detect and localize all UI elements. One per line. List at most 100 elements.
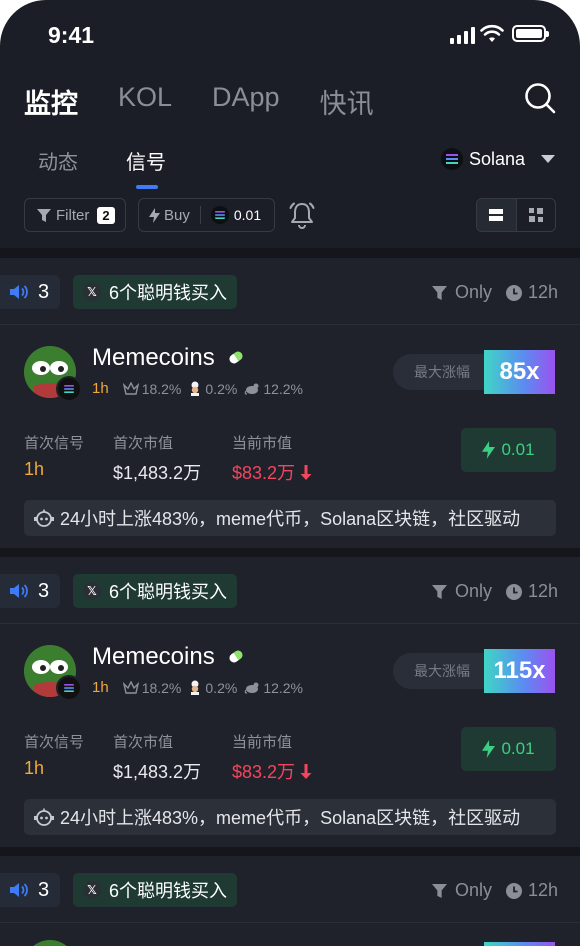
search-icon[interactable] [524, 82, 556, 114]
status-bar: 9:41 [0, 0, 580, 70]
only-label: Only [455, 880, 493, 900]
funnel-icon [37, 208, 51, 222]
only-label: Only [455, 581, 493, 601]
tab-dapp[interactable]: DApp [212, 82, 280, 121]
lightning-icon [482, 441, 496, 459]
first-market-cap: 首次市值 $1,483.2万 [113, 731, 201, 784]
signal-card[interactable]: 3 𝕏 6个聪明钱买入 Only 12h Memecoins 1h 18.2% … [0, 258, 580, 548]
quick-buy-button[interactable]: 0.01 [461, 727, 556, 771]
current-market-cap: 当前市值 $83.2万 [232, 731, 312, 784]
token-age: 1h [92, 679, 109, 696]
current-market-cap-label: 当前市值 [232, 435, 293, 452]
lightning-icon [482, 740, 496, 758]
sub-tab-bar: 动态 信号 [38, 146, 214, 189]
clock-icon [506, 583, 522, 600]
smart-money-badge[interactable]: 𝕏 6个聪明钱买入 [73, 275, 237, 309]
rat-stat: 12.2% [244, 680, 303, 696]
speaker-icon [10, 584, 28, 598]
only-filter[interactable]: Only [432, 282, 492, 303]
signal-card[interactable]: 3 𝕏 6个聪明钱买入 Only 12h Memecoins 1h 18.2% … [0, 557, 580, 847]
ai-summary: 24小时上涨483%，meme代币，Solana区块链，社区驱动 [24, 799, 556, 835]
current-market-cap-row: $83.2万 [232, 758, 312, 784]
speaker-icon [10, 285, 28, 299]
rat-stat-value: 12.2% [263, 380, 304, 397]
first-market-cap: 首次市值 $1,483.2万 [113, 432, 201, 485]
rat-stat: 12.2% [244, 381, 303, 397]
quick-buy-button[interactable]: 0.01 [461, 428, 556, 472]
clock-icon [506, 882, 522, 899]
tab-monitor[interactable]: 监控 [24, 82, 78, 121]
tab-activity[interactable]: 动态 [38, 146, 78, 175]
only-filter[interactable]: Only [432, 880, 492, 901]
token-name[interactable]: Memecoins [92, 344, 215, 372]
token-name[interactable]: Memecoins [92, 643, 215, 671]
list-view-button[interactable] [477, 199, 517, 231]
chain-label: Solana [469, 148, 526, 169]
current-market-cap-row: $83.2万 [232, 459, 312, 485]
solana-logo-icon [441, 148, 463, 170]
solana-chain-badge-icon [56, 376, 82, 402]
grid-view-icon [528, 208, 543, 222]
alert-count-badge[interactable]: 3 [0, 574, 60, 608]
time-window[interactable]: 12h [506, 880, 558, 901]
holder-stat-value: 18.2% [141, 679, 182, 696]
time-window-label: 12h [528, 581, 559, 601]
first-signal-value: 1h [24, 459, 45, 479]
chef-icon [191, 680, 200, 695]
funnel-icon [432, 883, 447, 898]
quick-buy-amount: 0.01 [501, 440, 535, 459]
max-gain-badge: 最大涨幅 115x [393, 649, 555, 693]
time-window[interactable]: 12h [506, 581, 558, 602]
only-filter[interactable]: Only [432, 581, 492, 602]
crown-icon [122, 382, 139, 395]
smart-money-badge[interactable]: 𝕏 6个聪明钱买入 [73, 873, 237, 907]
buy-amount-button[interactable]: Buy 0.01 [138, 198, 275, 232]
grid-view-button[interactable] [517, 199, 556, 231]
list-view-icon [489, 209, 504, 221]
first-signal: 首次信号 1h [24, 432, 84, 480]
max-gain-badge: 最大涨幅 85x [393, 350, 555, 394]
tab-signals[interactable]: 信号 [126, 146, 166, 189]
wifi-icon [480, 24, 504, 42]
max-gain-value: 115x [484, 649, 555, 693]
time-window-label: 12h [528, 880, 559, 900]
filter-label: Filter [56, 206, 90, 224]
cellular-signal-icon [450, 26, 475, 44]
chain-selector[interactable]: Solana [441, 148, 556, 170]
alert-count-badge[interactable]: 3 [0, 873, 60, 907]
toolbar: Filter 2 Buy 0.01 [24, 198, 556, 234]
first-market-cap-value: $1,483.2万 [113, 762, 202, 782]
tab-news[interactable]: 快讯 [320, 82, 374, 121]
bell-icon[interactable] [289, 201, 315, 229]
smart-money-text: 6个聪明钱买入 [109, 582, 228, 602]
separator [199, 206, 201, 224]
signal-card[interactable]: 3 𝕏 6个聪明钱买入 Only 12h [0, 856, 580, 946]
tab-kol[interactable]: KOL [118, 82, 172, 121]
alert-count-badge[interactable]: 3 [0, 275, 60, 309]
rat-stat-value: 12.2% [263, 679, 304, 696]
holder-stat: 18.2% [122, 679, 182, 696]
arrow-down-icon [300, 464, 312, 480]
clock-icon [506, 284, 522, 301]
max-gain-value: 85x [484, 350, 555, 394]
filter-button[interactable]: Filter 2 [24, 198, 126, 232]
smart-money-badge[interactable]: 𝕏 6个聪明钱买入 [73, 574, 237, 608]
solana-chain-badge-icon [56, 675, 82, 701]
chef-icon [191, 381, 200, 396]
crown-icon [122, 681, 139, 694]
section-divider [0, 248, 580, 258]
first-signal: 首次信号 1h [24, 731, 84, 779]
token-meta: 1h 18.2% 0.2% 12.2% [92, 380, 310, 397]
time-window-label: 12h [528, 282, 559, 302]
funnel-icon [432, 584, 447, 599]
speaker-icon [10, 883, 28, 897]
time-window[interactable]: 12h [506, 282, 558, 303]
arrow-down-icon [300, 763, 312, 779]
first-market-cap-label: 首次市值 [113, 435, 174, 452]
current-market-cap: 当前市值 $83.2万 [232, 432, 312, 485]
alert-count: 3 [38, 579, 50, 602]
max-gain-value [484, 942, 555, 946]
chef-stat: 0.2% [188, 680, 237, 696]
current-market-cap-label: 当前市值 [232, 734, 293, 751]
card-header: 3 𝕏 6个聪明钱买入 Only 12h [0, 557, 580, 624]
